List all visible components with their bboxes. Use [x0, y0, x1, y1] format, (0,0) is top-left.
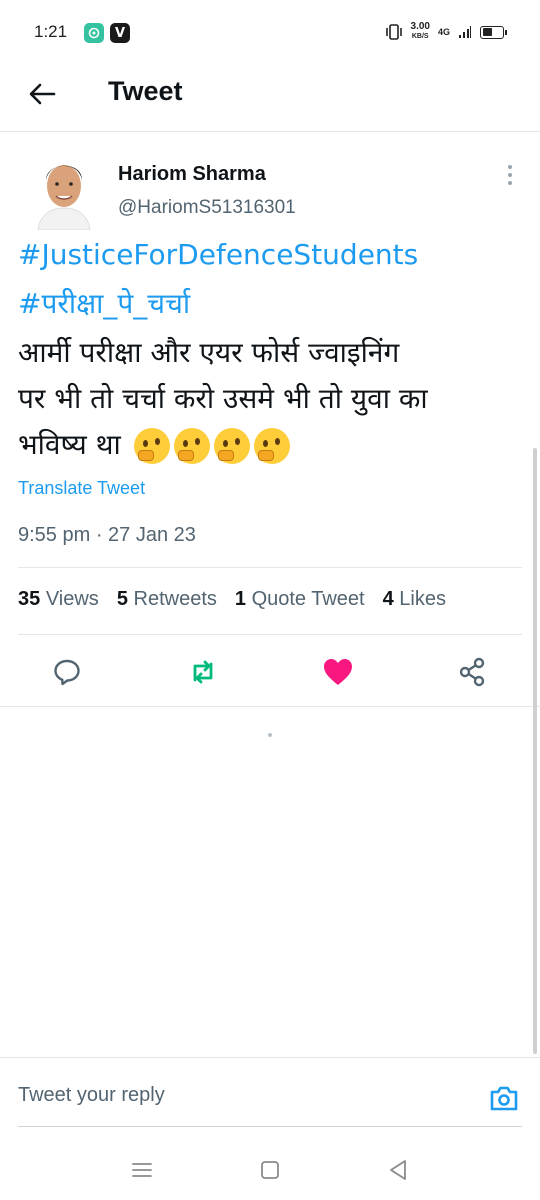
stat-views[interactable]: 35 Views [18, 588, 99, 611]
loading-indicator [268, 733, 272, 737]
hashtag-link[interactable]: #JusticeForDefenceStudents [18, 238, 418, 271]
thinking-face-emoji-icon [253, 428, 290, 464]
signal-icon [459, 26, 471, 38]
emoji-row [133, 428, 290, 464]
system-nav-bar [0, 1140, 540, 1200]
like-icon [324, 659, 352, 685]
author-name[interactable]: Hariom Sharma [118, 163, 266, 186]
page-title: Tweet [108, 76, 183, 106]
network-type: 4G [437, 27, 450, 37]
divider [18, 567, 522, 568]
stat-quote-tweets[interactable]: 1 Quote Tweet [235, 588, 365, 611]
stat-retweets[interactable]: 5 Retweets [117, 588, 217, 611]
tweet-text-line: आर्मी परीक्षा और एयर फोर्स ज्वाइनिंग [18, 336, 400, 369]
camera-button[interactable] [486, 1080, 522, 1116]
stat-likes[interactable]: 4 Likes [383, 588, 446, 611]
share-button[interactable] [454, 654, 490, 690]
tweet-timestamp[interactable]: 9:55 pm · 27 Jan 23 [18, 524, 196, 547]
avatar[interactable] [32, 152, 96, 230]
more-dot [508, 181, 512, 185]
thinking-face-emoji-icon [133, 428, 170, 464]
scrollbar[interactable] [533, 448, 537, 1054]
app-notification-icon [84, 23, 104, 43]
camera-icon [490, 1086, 518, 1111]
thinking-face-emoji-icon [213, 428, 250, 464]
recent-apps-button[interactable] [128, 1156, 156, 1184]
thinking-face-emoji-icon [173, 428, 210, 464]
translate-tweet-link[interactable]: Translate Tweet [18, 478, 145, 499]
menu-icon [132, 1163, 152, 1177]
retweet-icon [193, 660, 213, 684]
more-options-button[interactable] [498, 160, 522, 190]
tweet-text-line: पर भी तो चर्चा करो उसमे भी तो युवा का [18, 382, 428, 415]
vibrate-icon [385, 24, 402, 40]
triangle-back-icon [390, 1160, 406, 1180]
hashtag-link[interactable]: #परीक्षा_पे_चर्चा [18, 284, 190, 322]
arrow-left-icon [29, 83, 56, 105]
reply-input[interactable]: Tweet your reply [18, 1084, 165, 1107]
reply-bar: Tweet your reply [0, 1057, 540, 1138]
divider [0, 706, 540, 707]
square-icon [261, 1161, 279, 1179]
tweet-stats: 35 Views 5 Retweets 1 Quote Tweet 4 Like… [18, 588, 464, 611]
status-bar: 1:21 V 3.00 KB/S 4G [0, 0, 540, 64]
retweet-button[interactable] [185, 654, 221, 690]
reply-button[interactable] [49, 654, 85, 690]
home-button[interactable] [256, 1156, 284, 1184]
like-button[interactable] [320, 654, 356, 690]
tweet-actions [0, 640, 540, 704]
v-app-icon: V [110, 23, 130, 43]
reply-underline [18, 1126, 522, 1127]
status-time: 1:21 [34, 22, 68, 41]
divider [18, 634, 522, 635]
tweet-text-line: भविष्य था [18, 422, 522, 468]
back-button[interactable] [22, 74, 62, 114]
author-handle[interactable]: @HariomS51316301 [118, 197, 296, 219]
status-indicators: 3.00 KB/S 4G [385, 21, 507, 42]
more-dot [508, 173, 512, 177]
more-dot [508, 165, 512, 169]
tweet-text: आर्मी परीक्षा और एयर फोर्स ज्वाइनिंग पर … [18, 330, 522, 468]
system-back-button[interactable] [384, 1156, 412, 1184]
battery-icon [480, 25, 507, 39]
reply-icon [54, 659, 80, 686]
share-icon [459, 657, 485, 687]
header: Tweet [0, 64, 540, 132]
net-speed: 3.00 KB/S [410, 21, 430, 41]
